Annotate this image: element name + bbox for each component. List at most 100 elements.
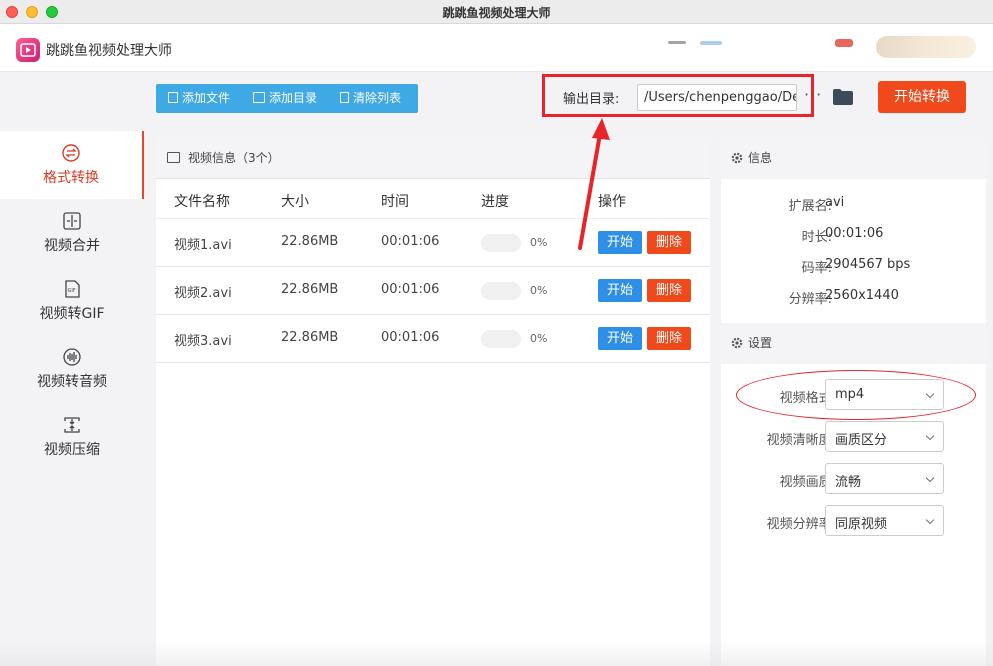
row-delete-button[interactable]: 删除 <box>647 231 691 254</box>
table-row[interactable]: 视频2.avi 22.86MB 00:01:06 0% 开始 删除 <box>156 267 710 315</box>
file-duration: 00:01:06 <box>381 234 440 249</box>
settings-header: 设置 <box>721 323 986 364</box>
convert-icon <box>62 144 80 162</box>
settings-title: 设置 <box>748 336 773 350</box>
header-blurred-element <box>700 41 722 45</box>
file-size: 22.86MB <box>281 282 339 297</box>
row-start-button[interactable]: 开始 <box>598 231 642 254</box>
file-name: 视频2.avi <box>174 286 232 301</box>
extension-value: avi <box>825 195 845 210</box>
app-logo-icon <box>16 38 40 62</box>
file-size: 22.86MB <box>281 234 339 249</box>
chevron-down-icon <box>925 431 935 441</box>
file-size: 22.86MB <box>281 330 339 345</box>
column-header-time: 时间 <box>381 194 409 210</box>
sidebar-item-video-to-gif[interactable]: GIF 视频转GIF <box>0 267 144 335</box>
trash-icon <box>340 92 349 103</box>
header-blurred-element <box>668 41 686 44</box>
compress-icon <box>64 417 80 433</box>
table-row[interactable]: 视频1.avi 22.86MB 00:01:06 0% 开始 删除 <box>156 219 710 267</box>
setting-video-clarity: 视频清晰度: 画质区分 <box>721 421 986 453</box>
sidebar-item-label: 格式转换 <box>43 170 99 186</box>
header-user-banner[interactable] <box>876 36 976 58</box>
sidebar: 格式转换 视频合并 GIF 视频转GIF 视频转音频 视频压缩 <box>0 73 146 666</box>
audio-icon <box>63 348 81 366</box>
video-list-panel: 视频信息（3个） 文件名称 大小 时间 进度 操作 视频1.avi 22.86M… <box>156 138 710 666</box>
header-blurred-element <box>835 39 853 47</box>
chevron-down-icon <box>925 515 935 525</box>
sidebar-item-label: 视频转音频 <box>37 374 107 390</box>
clear-list-button[interactable]: 清除列表 <box>340 84 401 113</box>
app-header: 跳跳鱼视频处理大师 <box>0 24 993 72</box>
video-quality-value: 流畅 <box>835 475 862 490</box>
row-delete-button[interactable]: 删除 <box>647 279 691 302</box>
setting-video-quality: 视频画质: 流畅 <box>721 463 986 495</box>
progress-percent: 0% <box>530 332 548 345</box>
video-quality-select[interactable]: 流畅 <box>825 463 944 494</box>
app-name: 跳跳鱼视频处理大师 <box>46 43 172 59</box>
sidebar-item-format-convert[interactable]: 格式转换 <box>0 131 144 199</box>
format-highlight-oval <box>736 370 976 420</box>
add-file-label: 添加文件 <box>182 91 231 105</box>
setting-video-resolution: 视频分辨率: 同原视频 <box>721 505 986 537</box>
sidebar-item-label: 视频压缩 <box>44 442 100 458</box>
sidebar-item-video-compress[interactable]: 视频压缩 <box>0 403 144 471</box>
sidebar-item-video-merge[interactable]: 视频合并 <box>0 199 144 267</box>
column-header-actions: 操作 <box>598 194 626 210</box>
column-header-size: 大小 <box>281 194 309 210</box>
video-list-header: 视频信息（3个） <box>156 138 710 179</box>
progress-bar <box>481 234 521 252</box>
file-icon <box>168 92 178 103</box>
row-delete-button[interactable]: 删除 <box>647 327 691 350</box>
video-resolution-select[interactable]: 同原视频 <box>825 505 944 536</box>
duration-value: 00:01:06 <box>825 226 884 241</box>
sidebar-item-video-to-audio[interactable]: 视频转音频 <box>0 335 144 403</box>
progress-bar <box>481 282 521 300</box>
info-row-extension: 扩展名: avi <box>721 189 986 220</box>
folder-icon <box>253 92 265 103</box>
video-resolution-value: 同原视频 <box>835 517 888 532</box>
video-clarity-select[interactable]: 画质区分 <box>825 421 944 452</box>
file-duration: 00:01:06 <box>381 330 440 345</box>
file-toolbar: 添加文件 添加目录 清除列表 <box>156 84 418 113</box>
progress-percent: 0% <box>530 284 548 297</box>
output-dir-input[interactable]: /Users/chenpenggao/Desktop <box>637 84 797 111</box>
title-bar: 跳跳鱼视频处理大师 <box>0 0 993 24</box>
sidebar-item-label: 视频转GIF <box>39 306 105 322</box>
add-directory-label: 添加目录 <box>269 91 318 105</box>
info-header: 信息 <box>721 138 986 179</box>
video-list-title: 视频信息（3个） <box>188 151 280 165</box>
add-file-button[interactable]: 添加文件 <box>168 84 230 113</box>
info-row-duration: 时长: 00:01:06 <box>721 220 986 251</box>
sidebar-item-label: 视频合并 <box>44 238 100 254</box>
file-duration: 00:01:06 <box>381 282 440 297</box>
video-clarity-value: 画质区分 <box>835 433 888 448</box>
add-directory-button[interactable]: 添加目录 <box>253 84 317 113</box>
file-name: 视频1.avi <box>174 238 232 253</box>
info-row-bitrate: 码率: 2904567 bps <box>721 251 986 282</box>
output-dir-label: 输出目录: <box>563 92 620 107</box>
column-header-progress: 进度 <box>481 194 509 210</box>
chevron-down-icon <box>925 473 935 483</box>
table-row[interactable]: 视频3.avi 22.86MB 00:01:06 0% 开始 删除 <box>156 315 710 363</box>
progress-percent: 0% <box>530 236 548 249</box>
svg-text:GIF: GIF <box>68 288 76 294</box>
clear-list-label: 清除列表 <box>353 91 402 105</box>
row-start-button[interactable]: 开始 <box>598 279 642 302</box>
bitrate-value: 2904567 bps <box>825 257 911 272</box>
row-start-button[interactable]: 开始 <box>598 327 642 350</box>
merge-icon <box>63 212 81 230</box>
start-convert-button[interactable]: 开始转换 <box>878 81 966 113</box>
table-header-row: 文件名称 大小 时间 进度 操作 <box>156 179 710 219</box>
window-title: 跳跳鱼视频处理大师 <box>442 6 551 20</box>
info-row-resolution: 分辨率: 2560x1440 <box>721 282 986 313</box>
gear-icon <box>731 337 743 349</box>
more-options-button[interactable]: ··· <box>804 85 822 104</box>
gear-icon <box>731 152 743 164</box>
gif-icon: GIF <box>65 280 80 298</box>
resolution-value: 2560x1440 <box>825 288 899 303</box>
column-header-name: 文件名称 <box>174 194 230 210</box>
open-folder-icon[interactable] <box>832 88 854 106</box>
progress-bar <box>481 330 521 348</box>
info-title: 信息 <box>748 151 773 165</box>
